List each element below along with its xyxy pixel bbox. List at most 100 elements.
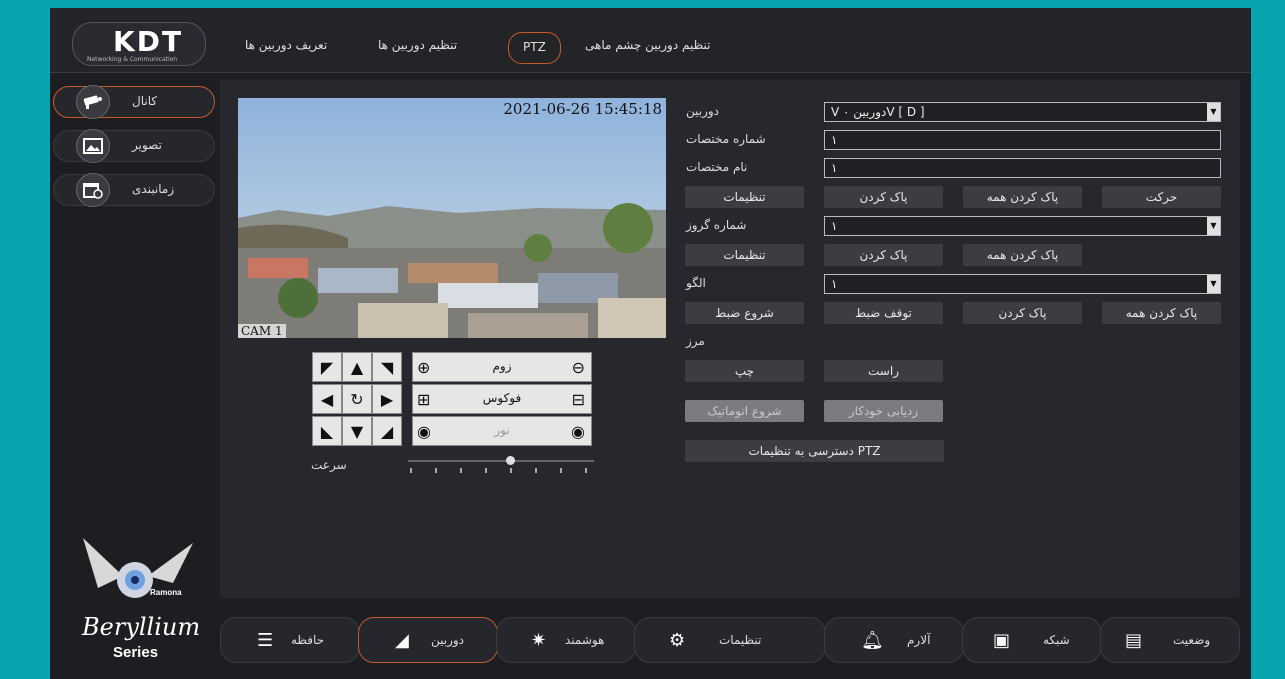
left-button[interactable]: چپ [685,360,804,382]
coord-name-field[interactable]: ۱ [824,158,1221,178]
slider-tick [560,468,562,473]
tab-camera-definition[interactable]: تعریف دوربین ها [245,32,327,62]
nav-status[interactable]: ▤ وضعیت [1100,617,1240,663]
camera-select[interactable]: V دوربین ۰V [ D ] ▼ [824,102,1221,122]
border-label: مرز [686,334,705,348]
speed-slider[interactable] [408,456,594,473]
tab-camera-settings[interactable]: تنظیم دوربین ها [378,32,457,62]
right-button[interactable]: راست [824,360,943,382]
chevron-down-icon[interactable]: ▼ [1207,275,1220,293]
nav-label: وضعیت [1173,633,1211,647]
zoom-control: ⊕ زوم ⊖ [412,352,592,382]
cctv-camera-icon: ◢ [395,630,409,651]
storage-icon: ☰ [257,630,274,651]
ptz-up-left-button[interactable]: ◤ [312,352,342,382]
camera-select-value: V دوربین ۰V [ D ] [831,105,925,119]
video-timestamp: 2021-06-26 15:45:18 [503,100,662,118]
tab-ptz[interactable]: PTZ [508,32,561,64]
stop-record-button[interactable]: توقف ضبط [824,302,943,324]
brand-series: Series [113,644,159,661]
main-panel: 2021-06-26 15:45:18 CAM 1 ◤ ▲ ◥ ◀ ↻ ▶ ◣ … [220,80,1240,598]
coord-number-field[interactable]: ۱ [824,130,1221,150]
nav-label: هوشمند [565,633,605,647]
nav-label: آلارم [907,633,931,647]
iris-label: نور [494,423,510,437]
auto-track-button[interactable]: ردیابی خودکار [824,400,943,422]
start-record-button[interactable]: شروع ضبط [685,302,804,324]
nav-smart[interactable]: ✷ هوشمند [496,617,636,663]
slider-tick [435,468,437,473]
ptz-down-left-button[interactable]: ◣ [312,416,342,446]
slider-tick [585,468,587,473]
ptz-left-button[interactable]: ◀ [312,384,342,414]
pattern-clear-all-button[interactable]: پاک کردن همه [1102,302,1221,324]
pattern-clear-button[interactable]: پاک کردن [963,302,1082,324]
clear-button[interactable]: پاک کردن [824,186,943,208]
chevron-down-icon[interactable]: ▼ [1207,103,1220,121]
iris-close-icon[interactable]: ◉ [571,422,585,441]
group-settings-button[interactable]: تنظیمات [685,244,804,266]
speed-label: سرعت [311,458,347,472]
sidebar-item-channel[interactable]: کانال [53,85,215,119]
ptz-home-button[interactable]: ↻ [342,384,372,414]
pattern-label: الگو [686,276,706,290]
gears-icon: ⚙ [669,630,686,651]
camera-label: CAM 1 [238,324,286,338]
coord-number-value: ۱ [831,133,838,147]
camera-label: دوربین [686,104,720,118]
ptz-down-button[interactable]: ▼ [342,416,372,446]
focus-label: فوکوس [482,391,522,405]
logo-subtext: Networking & Communication [87,56,178,63]
settings-button[interactable]: تنظیمات [685,186,804,208]
nav-alarm[interactable]: 🔔︎ آلارم [824,617,964,663]
coord-name-label: نام مختصات [686,160,748,174]
sidebar-item-schedule[interactable]: زمانبندی [53,173,215,207]
brand-name: Beryllium [82,613,201,641]
nav-label: تنظیمات [719,633,762,647]
group-clear-button[interactable]: پاک کردن [824,244,943,266]
nav-camera[interactable]: ◢ دوربین [358,617,498,663]
zoom-out-icon[interactable]: ⊖ [572,358,585,377]
slider-tick [410,468,412,473]
ptz-settings-access-button[interactable]: دسترسی به تنظیمات PTZ [685,440,944,462]
app-window: KDT Networking & Communication تعریف دور… [50,8,1251,679]
ptz-up-right-button[interactable]: ◥ [372,352,402,382]
nav-label: حافظه [291,633,325,647]
nav-network[interactable]: ▣ شبکه [962,617,1102,663]
group-number-value: ۱ [831,219,838,233]
slider-tick [460,468,462,473]
move-button[interactable]: حرکت [1102,186,1221,208]
status-report-icon: ▤ [1125,630,1143,651]
group-clear-all-button[interactable]: پاک کردن همه [963,244,1082,266]
slider-tick [510,468,512,473]
network-monitor-icon: ▣ [993,630,1011,651]
sidebar-item-label: تصویر [132,138,162,152]
focus-far-icon[interactable]: ⊟ [572,390,585,409]
city-scene-image [238,98,666,338]
auto-start-button[interactable]: شروع اتوماتیک [685,400,804,422]
pattern-select[interactable]: ۱ ▼ [824,274,1221,294]
slider-tick [485,468,487,473]
clear-all-button[interactable]: پاک کردن همه [963,186,1082,208]
group-number-select[interactable]: ۱ ▼ [824,216,1221,236]
sidebar-item-label: زمانبندی [132,182,175,196]
ptz-right-button[interactable]: ▶ [372,384,402,414]
ptz-up-button[interactable]: ▲ [342,352,372,382]
speed-slider-thumb[interactable] [506,456,516,465]
bell-icon: 🔔︎ [861,630,884,651]
live-video-preview: 2021-06-26 15:45:18 CAM 1 [238,98,666,338]
sidebar-item-image[interactable]: تصویر [53,129,215,163]
smart-bulb-icon: ✷ [531,630,547,651]
group-number-label: شماره گروز [686,218,747,232]
coord-number-label: شماره مختصات [686,132,766,146]
nav-storage[interactable]: ☰ حافظه [220,617,360,663]
tab-fisheye-settings[interactable]: تنظیم دوربین چشم ماهی [585,32,710,62]
chevron-down-icon[interactable]: ▼ [1207,217,1220,235]
nav-settings[interactable]: ⚙ تنظیمات [634,617,826,663]
top-bar: KDT Networking & Communication تعریف دور… [50,8,1251,73]
nav-label: شبکه [1043,633,1070,647]
slider-tick [535,468,537,473]
image-icon [76,129,110,163]
ptz-down-right-button[interactable]: ◢ [372,416,402,446]
coord-name-value: ۱ [831,161,838,175]
